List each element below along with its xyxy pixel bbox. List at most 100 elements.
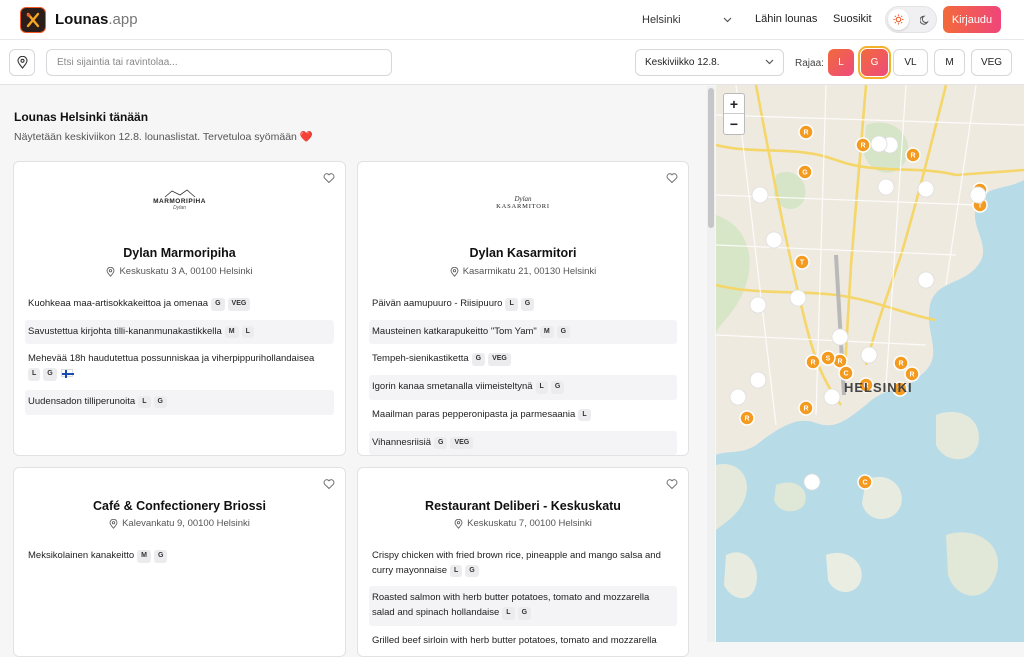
map-logo-marker[interactable]: [751, 186, 769, 204]
location-pin-icon: [107, 266, 115, 277]
map-marker[interactable]: G: [797, 164, 813, 180]
menu-item: Crispy chicken with fried brown rice, pi…: [372, 550, 661, 578]
map-marker[interactable]: C: [838, 365, 854, 381]
zoom-in-button[interactable]: +: [724, 94, 744, 114]
map-marker[interactable]: S: [820, 350, 836, 366]
restaurant-card[interactable]: Café & Confectionery Briossi Kalevankatu…: [13, 467, 346, 657]
map-marker[interactable]: R: [798, 400, 814, 416]
search-input[interactable]: [46, 49, 392, 76]
map-logo-marker[interactable]: [749, 296, 767, 314]
map-logo-marker[interactable]: [969, 186, 987, 204]
restaurant-card[interactable]: Restaurant Deliberi - Keskuskatu Keskusk…: [357, 467, 689, 657]
map-marker[interactable]: R: [798, 124, 814, 140]
map-logo-marker[interactable]: [917, 180, 935, 198]
menu-item: Vihannesriisiä G VEG: [369, 430, 677, 456]
svg-text:R: R: [860, 143, 865, 150]
svg-text:R: R: [803, 406, 808, 413]
theme-toggle[interactable]: [885, 6, 937, 33]
chevron-down-icon: [723, 14, 732, 26]
map-logo-marker[interactable]: [877, 178, 895, 196]
nav-nearest-lunch[interactable]: Lähin lounas: [755, 13, 817, 25]
menu-list: Kuohkeaa maa-artisokkakeittoa ja omenaa G…: [25, 292, 334, 418]
filter-veg-button[interactable]: VEG: [971, 49, 1012, 76]
location-pin-icon: [450, 266, 459, 277]
city-select[interactable]: Helsinki: [634, 8, 740, 32]
map-marker[interactable]: R: [893, 355, 909, 371]
scrollbar-thumb[interactable]: [708, 88, 714, 228]
app-header: Lounas.app Helsinki Lähin lounas Suosiki…: [0, 0, 1024, 40]
location-button[interactable]: [9, 49, 35, 76]
map-logo-marker[interactable]: [917, 271, 935, 289]
restaurant-logo: Dylan KASARMITORI: [496, 195, 550, 210]
location-pin-icon: [109, 518, 118, 529]
menu-item: Meksikolainen kanakeitto M G: [25, 544, 334, 569]
finnish-flag-icon: [60, 369, 74, 379]
heart-icon[interactable]: [666, 478, 678, 490]
filter-g-button[interactable]: G: [858, 46, 891, 79]
nav-favorites[interactable]: Suosikit: [833, 13, 872, 25]
moon-icon[interactable]: [916, 11, 933, 28]
restaurant-card[interactable]: MARMORIPIHA Dylan Dylan Marmoripiha Kesk…: [13, 161, 346, 456]
menu-item: Igorin kanaa smetanalla viimeisteltynä L G: [369, 375, 677, 400]
restaurant-name[interactable]: Restaurant Deliberi - Keskuskatu: [358, 499, 688, 513]
svg-text:R: R: [744, 416, 749, 423]
menu-item: Tempeh-sienikastiketta G VEG: [369, 347, 677, 372]
zoom-out-button[interactable]: −: [724, 114, 744, 134]
map-logo-marker[interactable]: [831, 328, 849, 346]
map-logo-marker[interactable]: [803, 473, 821, 491]
map-marker[interactable]: T: [794, 254, 810, 270]
menu-list: Meksikolainen kanakeitto M G: [25, 544, 334, 572]
map-logo-marker[interactable]: [749, 371, 767, 389]
map-logo-marker[interactable]: [729, 388, 747, 406]
map-logo-marker[interactable]: [789, 289, 807, 307]
svg-text:R: R: [810, 360, 815, 367]
restaurant-name[interactable]: Dylan Marmoripiha: [14, 246, 345, 260]
map-view[interactable]: RRRTTTRRSRCRRTRRCG: [716, 85, 1024, 642]
heart-icon[interactable]: [666, 172, 678, 184]
page-subtitle: Näytetään keskiviikon 12.8. lounaslistat…: [14, 131, 313, 143]
menu-item: Uudensadon tilliperunoita L G: [25, 389, 334, 415]
zoom-control: + −: [723, 93, 745, 135]
page-title: Lounas Helsinki tänään: [14, 110, 149, 124]
map-marker[interactable]: R: [805, 354, 821, 370]
svg-text:R: R: [837, 359, 842, 366]
sun-icon[interactable]: [888, 9, 909, 30]
map-logo-marker[interactable]: [823, 388, 841, 406]
restaurant-name[interactable]: Café & Confectionery Briossi: [14, 499, 345, 513]
map-logo-marker[interactable]: [870, 135, 888, 153]
svg-text:S: S: [826, 356, 831, 363]
svg-text:G: G: [802, 170, 808, 177]
filter-m-button[interactable]: M: [934, 49, 965, 76]
date-select[interactable]: Keskiviikko 12.8.: [635, 49, 784, 76]
menu-list: Crispy chicken with fried brown rice, pi…: [369, 544, 677, 657]
filter-vl-button[interactable]: VL: [893, 49, 928, 76]
brand-name[interactable]: Lounas.app: [55, 11, 138, 28]
restaurant-card[interactable]: Dylan KASARMITORI Dylan Kasarmitori Kasa…: [357, 161, 689, 456]
restaurant-address: Kasarmikatu 21, 00130 Helsinki: [358, 266, 688, 277]
login-button[interactable]: Kirjaudu: [943, 6, 1001, 33]
list-scrollbar[interactable]: [707, 86, 715, 642]
filter-l-button[interactable]: L: [828, 49, 854, 76]
restaurant-address: Keskuskatu 7, 00100 Helsinki: [358, 518, 688, 529]
svg-text:T: T: [800, 260, 805, 267]
map-marker[interactable]: C: [857, 474, 873, 490]
logo-icon[interactable]: [20, 7, 46, 33]
filter-toolbar: Keskiviikko 12.8. Rajaa: L G VL M VEG: [0, 40, 1024, 85]
map-marker[interactable]: R: [739, 410, 755, 426]
map-marker[interactable]: R: [855, 137, 871, 153]
map-marker[interactable]: R: [905, 147, 921, 163]
menu-item: Maailman paras pepperonipasta ja parmesa…: [369, 403, 677, 428]
heart-icon[interactable]: [323, 172, 335, 184]
svg-text:C: C: [843, 371, 848, 378]
chevron-down-icon: [765, 57, 774, 68]
restaurant-name[interactable]: Dylan Kasarmitori: [358, 246, 688, 260]
restaurant-logo: MARMORIPIHA Dylan: [14, 188, 345, 211]
svg-text:T: T: [978, 203, 983, 210]
map-logo-marker[interactable]: [765, 231, 783, 249]
svg-text:R: R: [909, 372, 914, 379]
heart-icon[interactable]: [323, 478, 335, 490]
map-marker[interactable]: R: [904, 366, 920, 382]
restaurant-address: Kalevankatu 9, 00100 Helsinki: [14, 518, 345, 529]
location-pin-icon: [16, 56, 28, 69]
map-logo-marker[interactable]: [860, 346, 878, 364]
